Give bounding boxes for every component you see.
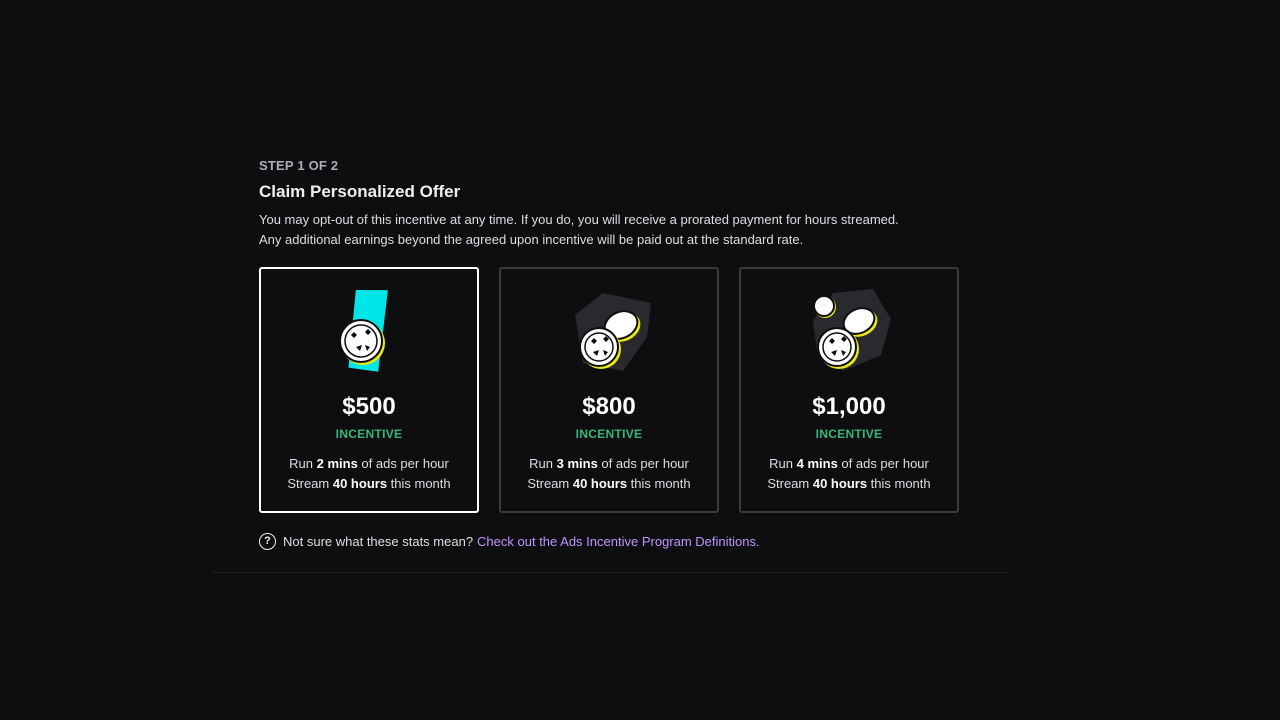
- offer-cards: $500 INCENTIVE Run 2 mins of ads per hou…: [259, 267, 959, 513]
- incentive-badge: INCENTIVE: [815, 427, 883, 441]
- help-text: Not sure what these stats mean?: [283, 534, 474, 549]
- offer-card-800[interactable]: $800 INCENTIVE Run 3 mins of ads per hou…: [499, 267, 719, 513]
- help-footer: ? Not sure what these stats mean? Check …: [259, 533, 760, 550]
- offer-panel: STEP 1 OF 2 Claim Personalized Offer You…: [259, 157, 1019, 550]
- three-coins-icon: [741, 285, 957, 377]
- offer-card-1000[interactable]: $1,000 INCENTIVE Run 4 mins of ads per h…: [739, 267, 959, 513]
- run-requirement: Run 4 mins of ads per hour: [769, 456, 929, 471]
- page-title: Claim Personalized Offer: [259, 182, 461, 201]
- definitions-link[interactable]: Check out the Ads Incentive Program Defi…: [477, 534, 760, 549]
- run-requirement: Run 2 mins of ads per hour: [289, 456, 449, 471]
- run-requirement: Run 3 mins of ads per hour: [529, 456, 689, 471]
- incentive-badge: INCENTIVE: [575, 427, 643, 441]
- stream-requirement: Stream 40 hours this month: [767, 476, 931, 491]
- incentive-badge: INCENTIVE: [335, 427, 403, 441]
- stream-requirement: Stream 40 hours this month: [287, 476, 451, 491]
- question-circle-icon: ?: [259, 533, 276, 550]
- divider: [212, 572, 1010, 573]
- description: You may opt-out of this incentive at any…: [259, 210, 1019, 250]
- two-coins-icon: [501, 285, 717, 377]
- stream-requirement: Stream 40 hours this month: [527, 476, 691, 491]
- offer-amount: $500: [342, 393, 396, 420]
- offer-amount: $1,000: [812, 393, 886, 420]
- description-line-2: Any additional earnings beyond the agree…: [259, 232, 804, 247]
- coin-cyan-card-icon: [261, 285, 477, 377]
- description-line-1: You may opt-out of this incentive at any…: [259, 212, 899, 227]
- offer-amount: $800: [582, 393, 636, 420]
- offer-card-500[interactable]: $500 INCENTIVE Run 2 mins of ads per hou…: [259, 267, 479, 513]
- step-indicator: STEP 1 OF 2: [259, 158, 339, 173]
